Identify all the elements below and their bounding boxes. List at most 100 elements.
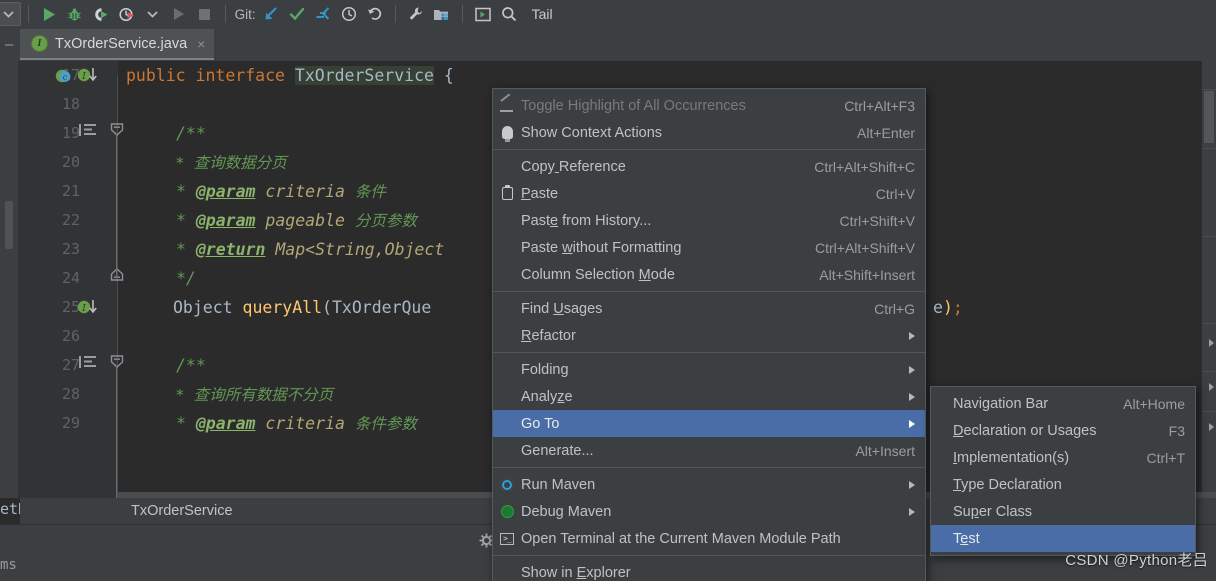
submenu-arrow-icon: [909, 365, 915, 374]
clock-icon: [341, 6, 357, 22]
svg-text:I: I: [81, 72, 86, 82]
javadoc-indent-icon: [78, 351, 100, 380]
module-selector[interactable]: t: [0, 2, 21, 26]
menu-item-label: Go To: [521, 415, 560, 432]
search-everywhere-button[interactable]: [496, 3, 522, 25]
menu-item-shortcut: Ctrl+Alt+Shift+V: [815, 239, 915, 256]
javadoc-star: *: [176, 240, 186, 259]
submenu-item-type-declaration[interactable]: Type Declaration: [931, 471, 1195, 498]
no-icon: [493, 383, 521, 410]
close-icon[interactable]: ×: [197, 36, 205, 52]
menu-item-generate[interactable]: Generate... Alt+Insert: [493, 437, 925, 464]
arg-tail: e: [933, 298, 943, 317]
submenu-item-navigation-bar[interactable]: Navigation Bar Alt+Home: [931, 390, 1195, 417]
submenu-item-implementations[interactable]: Implementation(s) Ctrl+T: [931, 444, 1195, 471]
project-structure-button[interactable]: [429, 3, 455, 25]
no-icon: [493, 295, 521, 322]
line-number: 24: [61, 269, 80, 287]
menu-item-shortcut: Alt+Shift+Insert: [819, 266, 915, 283]
implemented-interface-gutter-icon[interactable]: c: [55, 61, 75, 90]
profile-button[interactable]: [114, 3, 140, 25]
code-line-22: * @param pageable 分页参数: [176, 206, 417, 235]
submenu-item-test[interactable]: Test: [931, 525, 1195, 552]
line-number: 19: [61, 124, 80, 142]
submenu-item-declaration-or-usages[interactable]: Declaration or Usages F3: [931, 417, 1195, 444]
code-line-17: public interface TxOrderService {: [126, 61, 454, 90]
git-update-button[interactable]: [258, 3, 284, 25]
git-rollback-button[interactable]: [362, 3, 388, 25]
javadoc-param: criteria: [265, 414, 345, 433]
javadoc-desc: Map<String,Object: [275, 240, 445, 259]
git-history-button[interactable]: [336, 3, 362, 25]
method-name: queryAll: [242, 298, 323, 317]
javadoc-desc: 分页参数: [354, 212, 417, 230]
chevron-right-icon[interactable]: [1209, 339, 1214, 347]
menu-item-shortcut: Ctrl+Alt+F3: [844, 97, 915, 114]
menu-item-paste-from-history[interactable]: Paste from History... Ctrl+Shift+V: [493, 207, 925, 234]
run-dropdown-button[interactable]: [140, 3, 166, 25]
submenu-item-label: Declaration or Usages: [953, 422, 1097, 439]
menu-item-debug-maven[interactable]: Debug Maven: [493, 498, 925, 525]
chevron-right-icon[interactable]: [1209, 383, 1214, 391]
line-number: 18: [61, 95, 80, 113]
menu-item-column-selection-mode[interactable]: Column Selection Mode Alt+Shift+Insert: [493, 261, 925, 288]
editor-marker-strip[interactable]: [1202, 61, 1216, 498]
go-to-submenu[interactable]: Navigation Bar Alt+Home Declaration or U…: [930, 386, 1196, 556]
play-icon: [42, 7, 56, 22]
menu-item-open-terminal[interactable]: >_ Open Terminal at the Current Maven Mo…: [493, 525, 925, 552]
debug-button[interactable]: [62, 3, 88, 25]
menu-item-go-to[interactable]: Go To: [493, 410, 925, 437]
code-line-24: */: [176, 264, 196, 293]
menu-item-folding[interactable]: Folding: [493, 356, 925, 383]
menu-item-toggle-highlight[interactable]: Toggle Highlight of All Occurrences Ctrl…: [493, 92, 925, 119]
wrench-icon: [408, 6, 424, 22]
menu-item-label: Open Terminal at the Current Maven Modul…: [521, 530, 841, 547]
javadoc-param: criteria: [265, 182, 345, 201]
left-scroll-thumb[interactable]: [5, 201, 13, 249]
javadoc-star: *: [176, 211, 186, 230]
scroll-thumb[interactable]: [1204, 91, 1214, 143]
push-icon: [315, 6, 331, 22]
menu-item-label: Toggle Highlight of All Occurrences: [521, 97, 746, 114]
implementing-method-gutter-icon[interactable]: I: [76, 293, 102, 322]
editor-tab-txorderservice[interactable]: I TxOrderService.java ×: [20, 29, 215, 60]
menu-item-run-maven[interactable]: Run Maven: [493, 471, 925, 498]
marker-divider: [1202, 89, 1216, 90]
git-commit-button[interactable]: [284, 3, 310, 25]
submenu-arrow-icon: [909, 331, 915, 340]
submenu-item-super-class[interactable]: Super Class: [931, 498, 1195, 525]
menu-item-shortcut: Alt+Enter: [857, 124, 915, 141]
breadcrumb-path[interactable]: TxOrderService: [131, 498, 233, 524]
no-icon: [493, 410, 521, 437]
menu-item-show-in-explorer[interactable]: Show in Explorer: [493, 559, 925, 581]
no-icon: [931, 390, 953, 417]
resume-button: [166, 3, 192, 25]
javadoc-open: /**: [176, 356, 206, 375]
menu-item-copy-reference[interactable]: Copy Reference Ctrl+Alt+Shift+C: [493, 153, 925, 180]
settings-button[interactable]: [403, 3, 429, 25]
git-push-button[interactable]: [310, 3, 336, 25]
menu-item-refactor[interactable]: Refactor: [493, 322, 925, 349]
collapse-icon[interactable]: –: [0, 36, 18, 54]
highlight-pen-icon: [493, 92, 521, 119]
menu-item-paste[interactable]: Paste Ctrl+V: [493, 180, 925, 207]
menu-item-show-context-actions[interactable]: Show Context Actions Alt+Enter: [493, 119, 925, 146]
tab-filename: TxOrderService.java: [55, 35, 188, 52]
menu-item-analyze[interactable]: Analyze: [493, 383, 925, 410]
run-button[interactable]: [36, 3, 62, 25]
code-line-29: * @param criteria 条件参数: [176, 409, 417, 438]
project-structure-icon: [433, 7, 450, 22]
implementing-method-gutter-icon[interactable]: I: [76, 61, 102, 90]
run-with-coverage-button[interactable]: [88, 3, 114, 25]
tail-label[interactable]: Tail: [530, 6, 555, 22]
menu-item-find-usages[interactable]: Find Usages Ctrl+G: [493, 295, 925, 322]
line-number: 20: [61, 153, 80, 171]
submenu-item-label: Type Declaration: [953, 476, 1062, 493]
chevron-right-icon[interactable]: [1209, 423, 1214, 431]
console-button[interactable]: [470, 3, 496, 25]
editor-tabbar: – I TxOrderService.java ×: [0, 28, 1216, 61]
clipped-status-text: ms: [0, 557, 17, 573]
line-number: 28: [61, 385, 80, 403]
menu-item-paste-without-formatting[interactable]: Paste without Formatting Ctrl+Alt+Shift+…: [493, 234, 925, 261]
editor-context-menu[interactable]: Toggle Highlight of All Occurrences Ctrl…: [492, 88, 926, 581]
